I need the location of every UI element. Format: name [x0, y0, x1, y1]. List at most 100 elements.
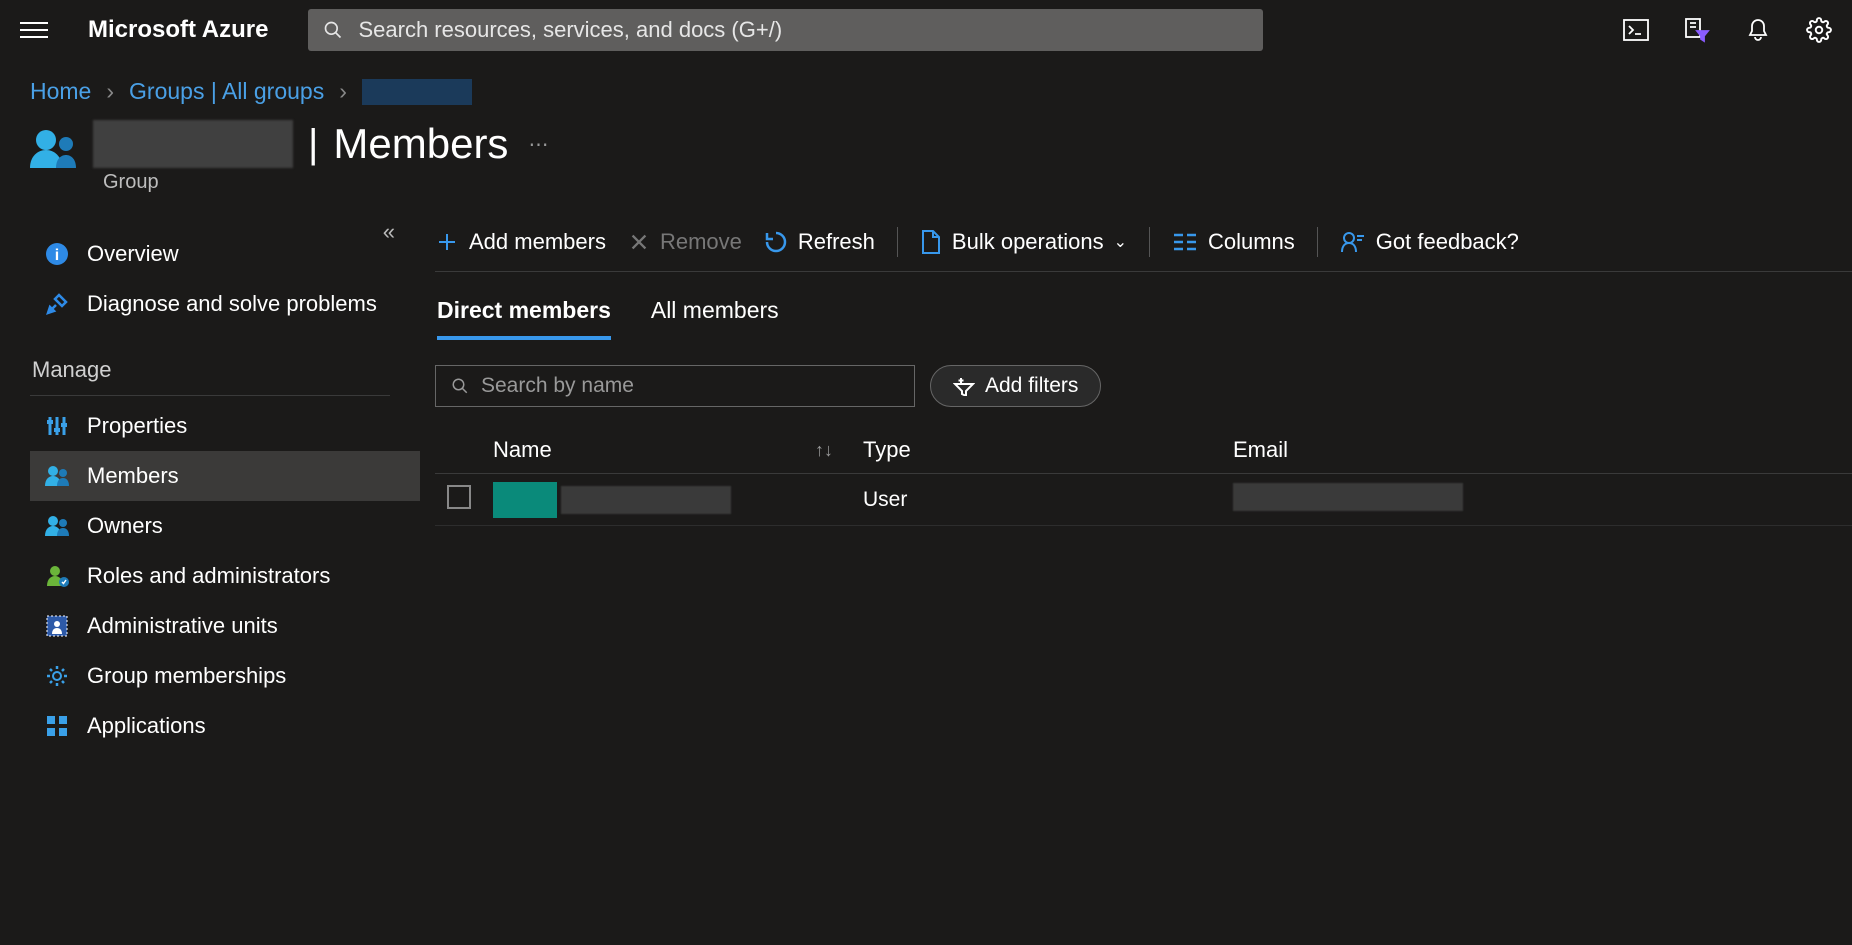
toolbar-separator — [1317, 227, 1318, 257]
member-name-redacted — [561, 486, 731, 514]
roles-icon — [45, 564, 69, 588]
tab-direct-members[interactable]: Direct members — [437, 297, 611, 340]
feedback-icon — [1340, 230, 1366, 254]
search-icon — [451, 377, 469, 395]
col-label: Email — [1233, 437, 1288, 462]
crumb-groups[interactable]: Groups | All groups — [129, 78, 324, 105]
crumb-current-redacted — [362, 79, 472, 105]
plus-icon — [435, 230, 459, 254]
member-email-redacted — [1233, 483, 1463, 511]
member-tabs: Direct members All members — [435, 272, 1852, 340]
sidebar-item-label: Properties — [87, 413, 187, 439]
members-table: Name ↑↓ Type Email User — [435, 427, 1852, 526]
menu-icon[interactable] — [20, 16, 48, 44]
sidebar-item-properties[interactable]: Properties — [30, 401, 420, 451]
global-search[interactable] — [308, 9, 1263, 51]
search-by-name[interactable] — [435, 365, 915, 407]
row-checkbox[interactable] — [447, 485, 471, 509]
table-header: Name ↑↓ Type Email — [435, 427, 1852, 474]
notifications-icon[interactable] — [1745, 17, 1771, 43]
sidebar: « i Overview Diagnose and solve problems… — [0, 209, 420, 945]
button-label: Got feedback? — [1376, 229, 1519, 255]
feedback-button[interactable]: Got feedback? — [1340, 229, 1519, 255]
sidebar-item-applications[interactable]: Applications — [30, 701, 420, 751]
avatar — [493, 482, 557, 518]
wrench-icon — [45, 292, 69, 316]
sidebar-item-members[interactable]: Members — [30, 451, 420, 501]
settings-icon[interactable] — [1806, 17, 1832, 43]
svg-text:i: i — [55, 247, 59, 264]
breadcrumb: Home › Groups | All groups › — [0, 60, 1852, 115]
global-search-input[interactable] — [358, 17, 1248, 43]
sidebar-item-overview[interactable]: i Overview — [30, 229, 420, 279]
member-type: User — [863, 488, 907, 511]
filter-plus-icon — [953, 376, 975, 396]
page-header: | Members ⋯ Group — [0, 115, 1852, 209]
apps-icon — [45, 714, 69, 738]
top-icon-bar — [1623, 17, 1832, 43]
table-row[interactable]: User — [435, 474, 1852, 526]
col-email[interactable]: Email — [1233, 437, 1852, 463]
sidebar-section-manage: Manage — [30, 339, 390, 396]
cloud-shell-icon[interactable] — [1623, 17, 1649, 43]
search-name-input[interactable] — [481, 374, 899, 398]
col-type[interactable]: Type — [863, 437, 1233, 463]
content-pane: Add members Remove Refresh Bulk operatio… — [420, 209, 1852, 945]
sidebar-item-diagnose[interactable]: Diagnose and solve problems — [30, 279, 420, 329]
sidebar-item-owners[interactable]: Owners — [30, 501, 420, 551]
sidebar-item-label: Overview — [87, 241, 179, 267]
toolbar-separator — [897, 227, 898, 257]
tab-all-members[interactable]: All members — [651, 297, 779, 340]
remove-button: Remove — [628, 229, 742, 255]
page-title: Members — [333, 120, 508, 168]
search-icon — [323, 20, 343, 40]
owners-icon — [45, 514, 69, 538]
chevron-right-icon: › — [106, 78, 114, 105]
filter-row: Add filters — [435, 340, 1852, 427]
sidebar-item-group-memberships[interactable]: Group memberships — [30, 651, 420, 701]
gear-icon — [45, 664, 69, 688]
button-label: Columns — [1208, 229, 1295, 255]
button-label: Add filters — [985, 374, 1078, 398]
columns-button[interactable]: Columns — [1172, 229, 1295, 255]
sort-icon[interactable]: ↑↓ — [815, 440, 833, 461]
crumb-home[interactable]: Home — [30, 78, 91, 105]
refresh-icon — [764, 230, 788, 254]
info-icon: i — [45, 242, 69, 266]
sliders-icon — [45, 414, 69, 438]
sidebar-item-label: Diagnose and solve problems — [87, 291, 377, 317]
add-members-button[interactable]: Add members — [435, 229, 606, 255]
toolbar-separator — [1149, 227, 1150, 257]
more-actions-icon[interactable]: ⋯ — [528, 132, 548, 157]
refresh-button[interactable]: Refresh — [764, 229, 875, 255]
sidebar-item-admin-units[interactable]: Administrative units — [30, 601, 420, 651]
top-bar: Microsoft Azure — [0, 0, 1852, 60]
add-filters-button[interactable]: Add filters — [930, 365, 1101, 407]
sidebar-item-label: Roles and administrators — [87, 563, 330, 589]
sidebar-item-label: Group memberships — [87, 663, 286, 689]
group-icon — [30, 128, 78, 168]
admin-units-icon — [45, 614, 69, 638]
title-separator: | — [308, 122, 318, 167]
command-bar: Add members Remove Refresh Bulk operatio… — [435, 219, 1852, 272]
columns-icon — [1172, 232, 1198, 252]
button-label: Bulk operations — [952, 229, 1104, 255]
group-name-redacted — [93, 120, 293, 168]
button-label: Add members — [469, 229, 606, 255]
button-label: Remove — [660, 229, 742, 255]
filter-directory-icon[interactable] — [1684, 17, 1710, 43]
close-icon — [628, 231, 650, 253]
file-icon — [920, 229, 942, 255]
bulk-operations-button[interactable]: Bulk operations ⌄ — [920, 229, 1127, 255]
col-label: Type — [863, 437, 911, 462]
sidebar-item-label: Members — [87, 463, 179, 489]
sidebar-item-roles[interactable]: Roles and administrators — [30, 551, 420, 601]
chevron-right-icon: › — [339, 78, 347, 105]
collapse-sidebar-icon[interactable]: « — [383, 219, 395, 245]
col-name[interactable]: Name ↑↓ — [493, 437, 863, 463]
button-label: Refresh — [798, 229, 875, 255]
sidebar-item-label: Administrative units — [87, 613, 278, 639]
brand-label: Microsoft Azure — [88, 16, 268, 44]
col-label: Name — [493, 437, 552, 463]
members-icon — [45, 464, 69, 488]
